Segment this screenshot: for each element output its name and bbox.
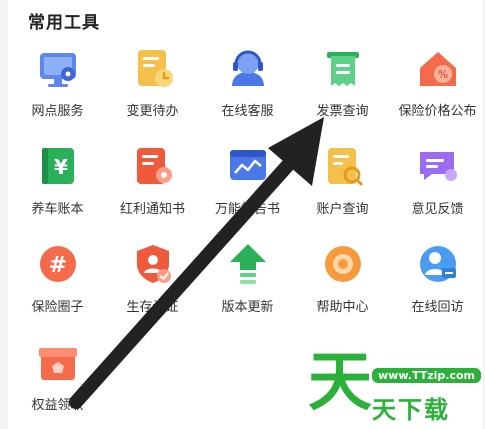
tool-version-update[interactable]: 版本更新 (200, 240, 295, 326)
tool-car-ledger[interactable]: ¥ 养车账本 (10, 142, 105, 228)
account-search-icon (319, 142, 367, 190)
tool-label: 生存认证 (126, 300, 179, 315)
hashtag-icon: # (34, 240, 82, 288)
site-watermark: 天 www.TTzip.com 天下载 (308, 348, 485, 429)
price-tag-icon: % (414, 44, 462, 92)
tool-survival-cert[interactable]: 生存认证 (105, 240, 200, 326)
dividend-notice-icon (129, 142, 177, 190)
tool-change-todo[interactable]: 变更待办 (105, 44, 200, 130)
tool-label: 万能报告书 (214, 202, 280, 217)
watermark-url: www.TTzip.com (372, 368, 481, 383)
svg-text:%: % (437, 68, 447, 81)
tool-label: 版本更新 (221, 300, 274, 315)
tool-universal-report[interactable]: 万能报告书 (200, 142, 295, 228)
tool-online-callback[interactable]: 在线回访 (390, 240, 485, 326)
tool-label: 保险价格公布 (398, 104, 477, 119)
tool-label: 权益领取 (31, 398, 84, 413)
tool-insurance-circle[interactable]: # 保险圈子 (10, 240, 105, 326)
feedback-icon (414, 142, 462, 190)
callback-icon (414, 240, 462, 288)
tool-label: 红利通知书 (119, 202, 185, 217)
tool-label: 帮助中心 (316, 300, 369, 315)
svg-text:#: # (48, 253, 66, 278)
report-chart-icon (224, 142, 272, 190)
customer-service-icon (224, 44, 272, 92)
benefit-box-icon (34, 338, 82, 386)
tool-invoice-query[interactable]: 发票查询 (295, 44, 390, 130)
tool-price-publish[interactable]: % 保险价格公布 (390, 44, 485, 130)
change-todo-icon (129, 44, 177, 92)
watermark-text: 天下载 (372, 396, 450, 424)
tool-label: 账户查询 (316, 202, 369, 217)
tool-help-center[interactable]: 帮助中心 (295, 240, 390, 326)
help-center-icon (319, 240, 367, 288)
tool-label: 养车账本 (31, 202, 84, 217)
watermark-big-char: 天 (308, 346, 372, 420)
tool-account-query[interactable]: 账户查询 (295, 142, 390, 228)
tool-label: 变更待办 (126, 104, 179, 119)
tool-label: 发票查询 (316, 104, 369, 119)
tool-online-service[interactable]: 在线客服 (200, 44, 295, 130)
svg-text:¥: ¥ (54, 155, 68, 179)
update-arrow-icon (224, 240, 272, 288)
invoice-icon (319, 44, 367, 92)
tool-label: 网点服务 (31, 104, 84, 119)
tool-branch-service[interactable]: 网点服务 (10, 44, 105, 130)
tool-label: 在线客服 (221, 104, 274, 119)
branch-map-icon (34, 44, 82, 92)
section-title: 常用工具 (28, 13, 100, 33)
tool-benefit-claim[interactable]: 权益领取 (10, 338, 105, 424)
certification-shield-icon (129, 240, 177, 288)
tool-label: 意见反馈 (411, 202, 464, 217)
tool-label: 在线回访 (411, 300, 464, 315)
tool-feedback[interactable]: 意见反馈 (390, 142, 485, 228)
tool-dividend-notice[interactable]: 红利通知书 (105, 142, 200, 228)
ledger-icon: ¥ (34, 142, 82, 190)
tool-label: 保险圈子 (31, 300, 84, 315)
